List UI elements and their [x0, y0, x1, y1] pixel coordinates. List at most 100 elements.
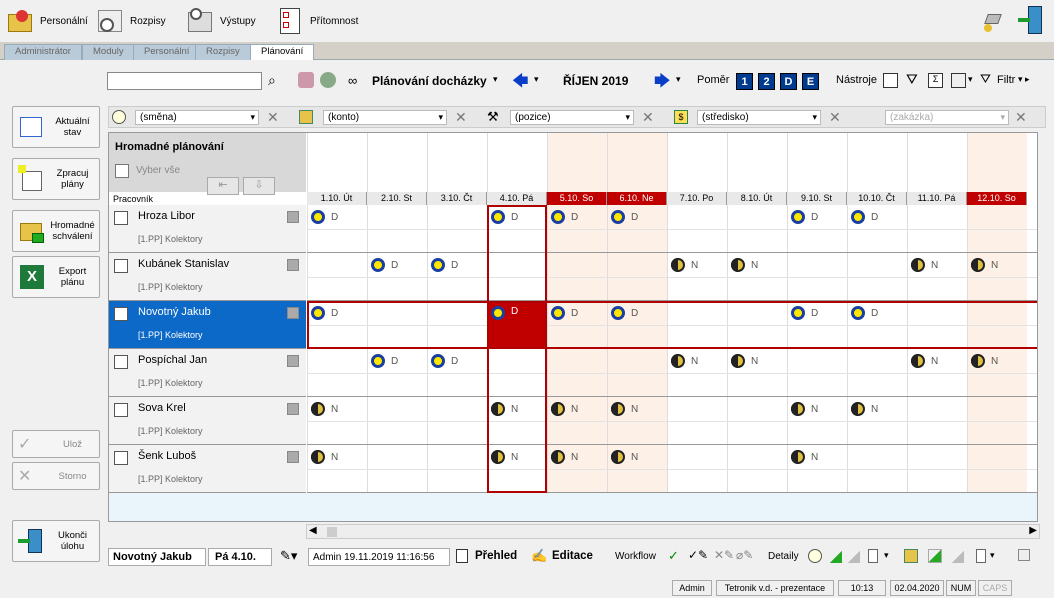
window-tool-icon[interactable] — [883, 73, 898, 88]
select-all-checkbox[interactable] — [115, 164, 129, 178]
employee-checkbox[interactable] — [114, 355, 128, 369]
shift-cell[interactable]: D — [547, 301, 607, 325]
title-dropdown-arrow-icon[interactable]: ▾ — [493, 74, 498, 85]
ratio-button-1[interactable]: 1 — [736, 73, 753, 90]
day-header[interactable]: 7.10. Po — [667, 192, 727, 205]
employee-row[interactable]: Sova Krel [1.PP] Kolektory — [109, 397, 306, 445]
shift-cell[interactable]: N — [307, 397, 367, 421]
account-filter-select[interactable]: (konto) — [323, 110, 447, 125]
shift-cell[interactable]: N — [967, 253, 1027, 277]
clear-cost-center-filter-icon[interactable]: ✕ — [829, 109, 841, 126]
next-dropdown-icon[interactable]: ▾ — [676, 74, 681, 85]
prev-dropdown-icon[interactable]: ▾ — [534, 74, 539, 85]
level-low-icon[interactable] — [830, 551, 842, 563]
export-plan-button[interactable]: X Export plánu — [12, 256, 100, 298]
clear-position-filter-icon[interactable]: ✕ — [642, 109, 654, 126]
bulk-approve-button[interactable]: Hromadné schválení — [12, 210, 100, 252]
reject-icon[interactable]: ✕✎ — [714, 548, 734, 562]
scroll-right-arrow-icon[interactable]: ▶ — [1029, 525, 1037, 536]
employee-row[interactable]: Šenk Luboš [1.PP] Kolektory — [109, 445, 306, 493]
money-dropdown-icon[interactable]: ▾ — [990, 550, 995, 561]
funnel-icon[interactable]: ⛛ — [906, 71, 918, 88]
employee-row[interactable]: Kubánek Stanislav [1.PP] Kolektory — [109, 253, 306, 301]
row-marker[interactable] — [287, 451, 299, 463]
employee-row[interactable]: Hroza Libor [1.PP] Kolektory — [109, 205, 306, 253]
day-header[interactable]: 11.10. Pá — [907, 192, 967, 205]
scroll-left-arrow-icon[interactable]: ◀ — [309, 525, 317, 536]
order-filter-select[interactable]: (zakázka) — [885, 110, 1009, 125]
horizontal-scrollbar[interactable]: ◀ ▶ — [306, 524, 1040, 539]
employee-checkbox[interactable] — [114, 451, 128, 465]
filter-dropdown-icon[interactable]: ▾ ▸ — [1018, 74, 1030, 85]
day-header[interactable]: 5.10. So — [547, 192, 607, 205]
menu-vystupy[interactable]: Výstupy — [186, 4, 256, 38]
shift-cell[interactable]: N — [667, 349, 727, 373]
shift-cell[interactable]: D — [307, 301, 367, 325]
group-icon[interactable] — [320, 72, 336, 88]
search-icon[interactable]: ⌕ — [268, 72, 276, 89]
shift-cell[interactable]: N — [787, 397, 847, 421]
shift-cell[interactable]: N — [547, 445, 607, 469]
shift-cell[interactable]: D — [487, 301, 547, 349]
clear-order-filter-icon[interactable]: ✕ — [1015, 109, 1027, 126]
shift-cell[interactable]: N — [727, 253, 787, 277]
tools-dropdown-icon[interactable]: ▾ — [968, 74, 973, 85]
shift-cell[interactable]: D — [607, 205, 667, 229]
shift-cell[interactable]: N — [307, 445, 367, 469]
shift-cell[interactable]: D — [487, 205, 547, 229]
shift-cell[interactable]: N — [907, 349, 967, 373]
level-gray-icon[interactable] — [952, 551, 964, 563]
employee-row[interactable]: Novotný Jakub [1.PP] Kolektory — [109, 301, 306, 349]
overview-button[interactable]: Přehled — [475, 550, 517, 562]
cancel-button[interactable]: ✕ Storno — [12, 462, 100, 490]
sum-icon[interactable]: Σ — [928, 73, 943, 88]
day-header[interactable]: 9.10. St — [787, 192, 847, 205]
page-icon-2[interactable] — [976, 549, 986, 563]
process-plans-button[interactable]: Zpracuj plány — [12, 158, 100, 200]
shift-cell[interactable]: N — [787, 445, 847, 469]
exit-door-icon[interactable] — [1018, 6, 1044, 34]
reject-edit-icon[interactable]: ⌀✎ — [736, 548, 753, 562]
shift-cell[interactable]: N — [487, 445, 547, 469]
filter-funnel-icon[interactable]: ⛛ — [980, 71, 991, 87]
level-mid-icon[interactable] — [848, 551, 860, 563]
details-dropdown-icon[interactable]: ▾ — [884, 550, 889, 561]
tab-planovani[interactable]: Plánování — [250, 44, 315, 60]
day-header[interactable]: 4.10. Pá — [487, 192, 547, 205]
money-icon[interactable] — [904, 549, 918, 563]
clock-detail-icon[interactable] — [808, 549, 822, 563]
day-header[interactable]: 6.10. Ne — [607, 192, 667, 205]
shift-cell[interactable]: D — [847, 301, 907, 325]
day-header[interactable]: 8.10. Út — [727, 192, 787, 205]
shift-cell[interactable]: D — [367, 253, 427, 277]
shift-cell[interactable]: N — [607, 445, 667, 469]
shift-cell[interactable]: N — [607, 397, 667, 421]
shift-cell[interactable]: D — [787, 205, 847, 229]
ratio-button-e[interactable]: E — [802, 73, 819, 90]
shift-cell[interactable]: D — [427, 349, 487, 373]
shift-cell[interactable]: N — [967, 349, 1027, 373]
grid-tool-icon[interactable] — [951, 73, 966, 88]
save-button[interactable]: ✓ Ulož — [12, 430, 100, 458]
current-state-button[interactable]: Aktuální stav — [12, 106, 100, 148]
clear-account-filter-icon[interactable]: ✕ — [455, 109, 467, 126]
user-settings-icon[interactable] — [298, 72, 314, 88]
move-down-icon[interactable]: ⇩ — [243, 177, 275, 195]
position-filter-select[interactable]: (pozice) — [510, 110, 634, 125]
clear-icon[interactable] — [1018, 549, 1030, 561]
level-filled-icon[interactable] — [928, 549, 942, 563]
employee-checkbox[interactable] — [114, 403, 128, 417]
prev-month-arrow-icon[interactable]: 🡄 — [512, 70, 529, 97]
next-month-arrow-icon[interactable]: 🡆 — [654, 70, 671, 97]
tab-moduly[interactable]: Moduly — [82, 44, 135, 60]
page-icon[interactable] — [868, 549, 878, 563]
day-header[interactable]: 12.10. So — [967, 192, 1027, 205]
menu-pritomnost[interactable]: Přítomnost — [276, 4, 358, 38]
day-header[interactable]: 3.10. Čt — [427, 192, 487, 205]
menu-rozpisy[interactable]: Rozpisy — [96, 4, 166, 38]
shift-cell[interactable]: N — [547, 397, 607, 421]
approve-icon[interactable]: ✓ — [668, 548, 679, 564]
shift-cell[interactable]: D — [787, 301, 847, 325]
tab-personalni[interactable]: Personální — [133, 44, 201, 60]
filter-label[interactable]: Filtr — [997, 74, 1015, 86]
